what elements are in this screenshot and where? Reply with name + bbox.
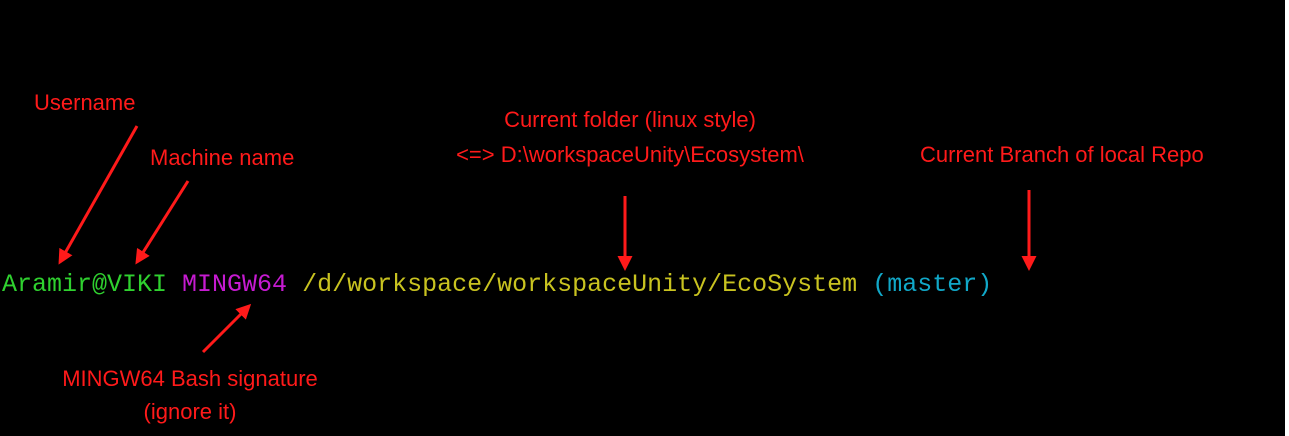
annotation-arrows — [58, 125, 1037, 354]
username-arrow — [58, 125, 139, 265]
mingw-arrow — [201, 303, 252, 354]
screenshot-frame: Username Machine name Current folder (li… — [0, 0, 1289, 436]
machine-name-arrow — [135, 180, 190, 265]
